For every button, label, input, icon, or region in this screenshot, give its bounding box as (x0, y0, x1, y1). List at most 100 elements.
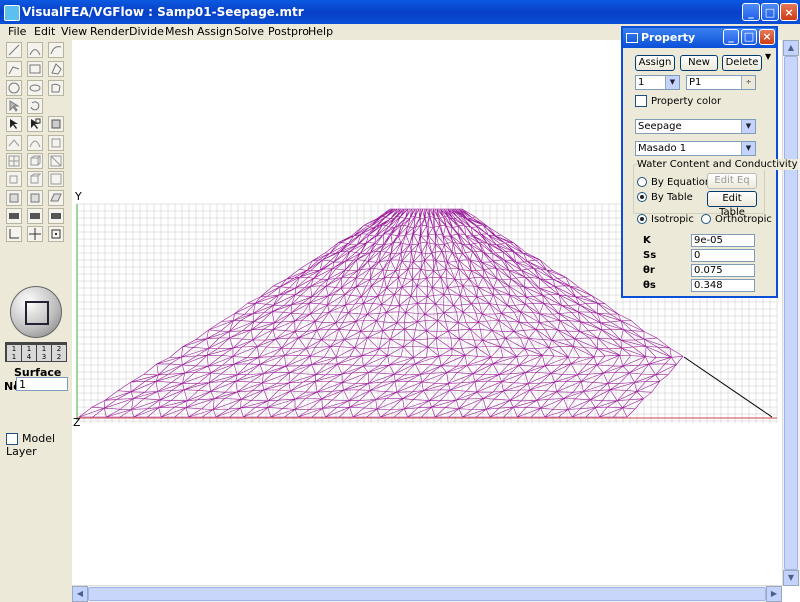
line-tool-icon[interactable] (6, 42, 22, 58)
property-title: Property (641, 31, 696, 44)
top-view-icon[interactable] (48, 190, 64, 206)
menu-help[interactable]: Help (308, 25, 333, 38)
menu-file[interactable]: File (8, 25, 26, 38)
view-rotation-ball[interactable] (10, 286, 62, 338)
dropdown-arrow-icon[interactable]: ▼ (665, 76, 679, 89)
ss-input[interactable]: 0 (691, 249, 755, 262)
property-number-select[interactable]: 1 ▼ (635, 75, 680, 90)
front-view-icon[interactable] (6, 190, 22, 206)
block-grid-icon[interactable] (48, 171, 64, 187)
new-button[interactable]: New (680, 55, 718, 71)
axis-icon[interactable] (6, 226, 22, 242)
delete-button[interactable]: Delete (722, 55, 762, 71)
model-layer-checkbox[interactable]: Model Layer (6, 432, 72, 458)
dropdown-arrow-icon[interactable]: ▼ (741, 120, 755, 133)
block-3d-icon[interactable] (27, 171, 43, 187)
mesh-surface-icon[interactable] (48, 153, 64, 169)
panel-close-button[interactable]: × (759, 29, 775, 45)
polygon-tool-icon[interactable] (48, 61, 64, 77)
block-icon[interactable] (6, 171, 22, 187)
edit-face-icon[interactable] (48, 135, 64, 151)
theta-s-label: θs (643, 280, 656, 291)
layer-selector[interactable]: 11 14 13 22 (5, 342, 67, 362)
radio-button[interactable] (637, 177, 647, 187)
assign-button[interactable]: Assign (635, 55, 675, 71)
menu-render[interactable]: Render (90, 25, 129, 38)
by-equation-radio[interactable]: By Equation (637, 177, 711, 188)
select-face-icon[interactable] (48, 116, 64, 132)
radio-button[interactable] (637, 192, 647, 202)
pan-icon[interactable] (27, 226, 43, 242)
k-input[interactable]: 9e-05 (691, 234, 755, 247)
minimize-button[interactable]: _ (742, 3, 760, 21)
radio-button[interactable] (701, 214, 711, 224)
edit-curve-icon[interactable] (27, 135, 43, 151)
property-color-checkbox[interactable]: Property color (635, 95, 721, 107)
menu-view[interactable]: View (61, 25, 87, 38)
arc-tool-icon[interactable] (27, 42, 43, 58)
spin-arrows-icon[interactable]: ÷ (741, 76, 755, 89)
menu-divide[interactable]: Divide (129, 25, 164, 38)
zoom-out-icon[interactable] (48, 208, 64, 224)
by-table-radio[interactable]: By Table (637, 192, 693, 203)
panel-menu-arrow-icon[interactable]: ▼ (765, 52, 771, 61)
radio-button[interactable] (637, 214, 647, 224)
checkbox-box[interactable] (635, 95, 647, 107)
theta-s-input[interactable]: 0.348 (691, 279, 755, 292)
mesh-view-icon[interactable] (6, 153, 22, 169)
zoom-in-icon[interactable] (27, 208, 43, 224)
scroll-right-arrow[interactable]: ▶ (766, 586, 782, 602)
maximize-button[interactable]: □ (761, 3, 779, 21)
property-panel: Property _ □ × ▼ Assign New Delete 1 ▼ P1… (621, 26, 798, 298)
menu-edit[interactable]: Edit (34, 25, 55, 38)
menu-solve[interactable]: Solve (234, 25, 264, 38)
vertical-scrollbar[interactable]: ▲ ▼ (782, 40, 800, 586)
layer-4[interactable]: 22 (52, 345, 66, 361)
property-title-bar[interactable]: Property _ □ × (623, 28, 776, 48)
scroll-down-arrow[interactable]: ▼ (783, 570, 799, 586)
theta-r-input[interactable]: 0.075 (691, 264, 755, 277)
select-group-icon[interactable] (27, 116, 43, 132)
scroll-up-arrow[interactable]: ▲ (783, 40, 799, 56)
panel-minimize-button[interactable]: _ (723, 29, 739, 45)
edit-table-button[interactable]: Edit Table (707, 191, 757, 218)
property-type-select[interactable]: Seepage ▼ (635, 119, 756, 134)
side-view-icon[interactable] (27, 190, 43, 206)
polyline-tool-icon[interactable] (6, 61, 22, 77)
edit-vertex-icon[interactable] (6, 135, 22, 151)
edit-eq-button[interactable]: Edit Eq (707, 173, 757, 189)
menu-mesh[interactable]: Mesh (165, 25, 194, 38)
horizontal-scrollbar[interactable]: ◀ ▶ (72, 585, 782, 602)
property-name-input[interactable]: P1 ÷ (686, 75, 756, 90)
orthotropic-radio[interactable]: Orthotropic (701, 214, 772, 225)
mesh-3d-icon[interactable] (27, 153, 43, 169)
material-select[interactable]: Masado 1 ▼ (635, 141, 756, 156)
rectangle-tool-icon[interactable] (27, 61, 43, 77)
menu-postpro[interactable]: Postpro (268, 25, 309, 38)
checkbox-box[interactable] (6, 433, 18, 445)
k-label: K (643, 235, 651, 246)
region-tool-icon[interactable] (48, 80, 64, 96)
layer-2[interactable]: 14 (22, 345, 36, 361)
menu-assign[interactable]: Assign (197, 25, 233, 38)
scroll-left-arrow[interactable]: ◀ (72, 586, 88, 602)
y-axis-label: Y (74, 190, 82, 203)
vertical-scroll-thumb[interactable] (784, 56, 798, 570)
layer-3[interactable]: 13 (37, 345, 51, 361)
curve-tool-icon[interactable] (48, 42, 64, 58)
layer-1[interactable]: 11 (7, 345, 21, 361)
surface-number-input[interactable]: 1 (16, 377, 68, 391)
dropdown-arrow-icon[interactable]: ▼ (741, 142, 755, 155)
zoom-window-icon[interactable] (6, 208, 22, 224)
rotate-tool-icon[interactable] (27, 98, 43, 114)
panel-maximize-button[interactable]: □ (741, 29, 757, 45)
horizontal-scroll-thumb[interactable] (88, 587, 766, 601)
app-icon (4, 5, 20, 21)
pointer-tool-icon[interactable] (6, 98, 22, 114)
ellipse-tool-icon[interactable] (27, 80, 43, 96)
isotropic-radio[interactable]: Isotropic (637, 214, 694, 225)
select-tool-icon[interactable] (6, 116, 22, 132)
close-button[interactable]: × (780, 3, 798, 21)
fit-view-icon[interactable] (48, 226, 64, 242)
circle-tool-icon[interactable] (6, 80, 22, 96)
